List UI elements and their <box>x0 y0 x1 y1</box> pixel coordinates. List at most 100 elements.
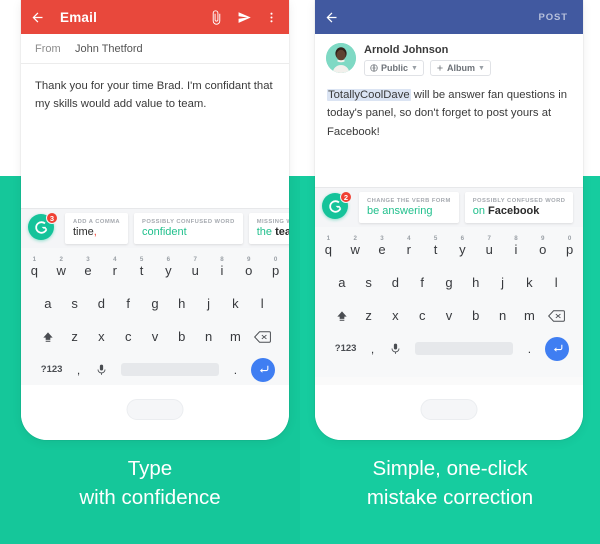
send-icon[interactable] <box>237 10 252 25</box>
space-key[interactable] <box>121 363 220 376</box>
key-m[interactable]: m <box>516 301 543 331</box>
key-s[interactable]: s <box>355 268 382 298</box>
comma-key[interactable]: , <box>363 334 383 364</box>
key-c[interactable]: c <box>409 301 436 331</box>
suggestion-card[interactable]: POSSIBLY CONFUSED WORD confident <box>134 213 243 244</box>
key-m[interactable]: m <box>222 322 249 352</box>
key-p[interactable]: 0p <box>262 256 289 286</box>
key-a[interactable]: a <box>328 268 355 298</box>
key-k[interactable]: k <box>516 268 543 298</box>
symbols-key[interactable]: ?123 <box>35 355 69 385</box>
key-d[interactable]: d <box>88 289 115 319</box>
key-u[interactable]: 7u <box>476 235 503 265</box>
key-v[interactable]: v <box>142 322 169 352</box>
privacy-chip[interactable]: Public ▼ <box>364 60 424 76</box>
shift-icon[interactable] <box>34 322 61 352</box>
highlighted-word[interactable]: TotallyCoolDave <box>327 89 411 101</box>
key-y[interactable]: 6y <box>449 235 476 265</box>
suggestion-card[interactable]: MISSING WORD the tea <box>248 213 289 244</box>
key-number: 1 <box>326 234 331 242</box>
key-z[interactable]: z <box>355 301 382 331</box>
key-t[interactable]: 5t <box>422 235 449 265</box>
suggestion-card[interactable]: POSSIBLY CONFUSED WORD on Facebook <box>464 192 574 223</box>
key-j[interactable]: j <box>489 268 516 298</box>
key-p[interactable]: 0p <box>556 235 583 265</box>
key-g[interactable]: g <box>436 268 463 298</box>
key-s[interactable]: s <box>61 289 88 319</box>
key-n[interactable]: n <box>195 322 222 352</box>
key-f[interactable]: f <box>409 268 436 298</box>
key-b[interactable]: b <box>462 301 489 331</box>
post-button[interactable]: POST <box>539 12 568 23</box>
key-h[interactable]: h <box>168 289 195 319</box>
enter-icon[interactable] <box>251 357 276 382</box>
backspace-icon[interactable] <box>249 322 276 352</box>
key-number: 9 <box>541 234 545 242</box>
attach-icon[interactable] <box>209 9 224 25</box>
key-x[interactable]: x <box>382 301 409 331</box>
home-button[interactable] <box>420 399 478 420</box>
comma-key[interactable]: , <box>69 355 89 385</box>
keyboard-row-2: a s d f g h j k l <box>315 266 583 299</box>
key-x[interactable]: x <box>88 322 115 352</box>
microphone-icon[interactable] <box>383 334 410 364</box>
key-r[interactable]: 4r <box>101 256 128 286</box>
key-u[interactable]: 7u <box>182 256 209 286</box>
arrow-left-icon[interactable] <box>30 10 45 25</box>
key-w[interactable]: 2w <box>342 235 369 265</box>
microphone-icon[interactable] <box>89 355 116 385</box>
key-c[interactable]: c <box>115 322 142 352</box>
key-label: j <box>207 296 211 311</box>
key-number: 1 <box>32 255 37 263</box>
facebook-body-area[interactable]: TotallyCoolDave will be answer fan quest… <box>315 82 583 187</box>
key-a[interactable]: a <box>34 289 61 319</box>
suggestion-card[interactable]: ADD A COMMA time, <box>65 213 129 244</box>
key-label: p <box>271 263 280 278</box>
caption-right-line2: mistake correction <box>366 486 534 510</box>
key-o[interactable]: 9o <box>235 256 262 286</box>
key-l[interactable]: l <box>543 268 570 298</box>
key-t[interactable]: 5t <box>128 256 155 286</box>
arrow-left-icon[interactable] <box>324 10 339 25</box>
key-l[interactable]: l <box>249 289 276 319</box>
overflow-menu-icon[interactable] <box>265 10 278 25</box>
period-key[interactable]: . <box>225 355 245 385</box>
key-b[interactable]: b <box>168 322 195 352</box>
home-button[interactable] <box>126 399 184 420</box>
key-n[interactable]: n <box>489 301 516 331</box>
key-q[interactable]: 1q <box>315 235 342 265</box>
key-r[interactable]: 4r <box>395 235 422 265</box>
key-g[interactable]: g <box>142 289 169 319</box>
avatar[interactable] <box>326 43 356 73</box>
key-d[interactable]: d <box>382 268 409 298</box>
key-f[interactable]: f <box>115 289 142 319</box>
suggestion-card[interactable]: CHANGE THE VERB FORM be answering <box>359 192 459 223</box>
key-o[interactable]: 9o <box>529 235 556 265</box>
key-j[interactable]: j <box>195 289 222 319</box>
album-chip[interactable]: Album ▼ <box>429 60 491 76</box>
key-k[interactable]: k <box>222 289 249 319</box>
email-from-row[interactable]: From John Thetford <box>21 34 289 64</box>
space-key[interactable] <box>415 342 514 355</box>
key-e[interactable]: 3e <box>369 235 396 265</box>
key-number: 7 <box>487 234 491 242</box>
grammarly-logo-wrap-left[interactable]: 3 <box>28 212 58 243</box>
enter-icon[interactable] <box>545 336 570 361</box>
key-w[interactable]: 2w <box>48 256 75 286</box>
key-i[interactable]: 8i <box>503 235 530 265</box>
key-v[interactable]: v <box>436 301 463 331</box>
key-label: i <box>220 263 224 278</box>
key-e[interactable]: 3e <box>75 256 102 286</box>
email-body-area[interactable]: Thank you for your time Brad. I'm confid… <box>21 64 289 208</box>
key-h[interactable]: h <box>462 268 489 298</box>
backspace-icon[interactable] <box>543 301 570 331</box>
shift-icon[interactable] <box>328 301 355 331</box>
key-label: t <box>139 263 144 278</box>
grammarly-logo-wrap-right[interactable]: 2 <box>322 191 352 222</box>
key-y[interactable]: 6y <box>155 256 182 286</box>
key-q[interactable]: 1q <box>21 256 48 286</box>
key-i[interactable]: 8i <box>209 256 236 286</box>
key-z[interactable]: z <box>61 322 88 352</box>
period-key[interactable]: . <box>519 334 539 364</box>
symbols-key[interactable]: ?123 <box>329 334 363 364</box>
